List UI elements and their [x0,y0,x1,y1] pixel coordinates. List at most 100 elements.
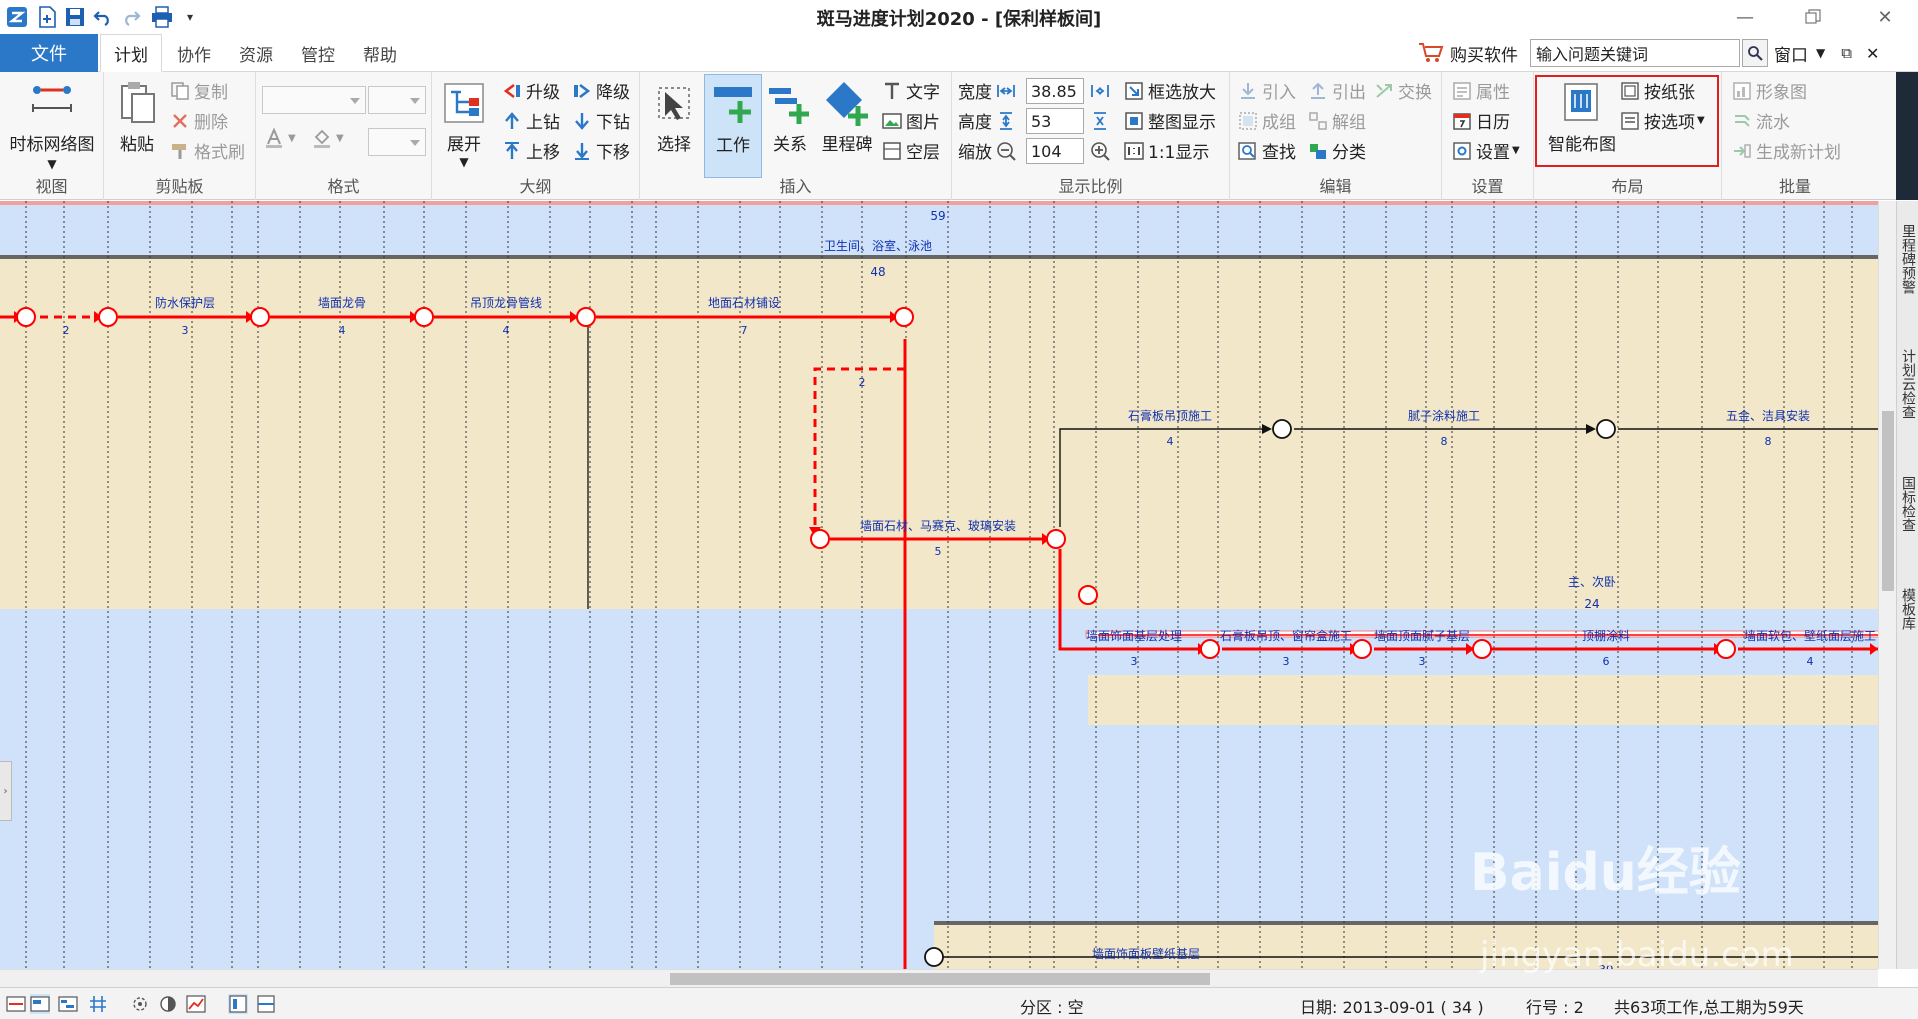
milestone-button[interactable]: 里程碑 [818,80,876,155]
task-label[interactable]: 吊顶龙骨管线 [470,294,542,311]
tab-plan[interactable]: 计划 [100,34,162,72]
task-label[interactable]: 墙面软包、壁纸面层施工 [1744,627,1876,644]
fit-view-button[interactable]: 整图显示 [1124,108,1216,133]
line-style-combo[interactable] [368,128,426,156]
task-label[interactable]: 墙面饰面基层处理 [1086,627,1182,644]
gantt-view-icon[interactable] [58,994,78,1014]
font-color-button[interactable]: ▼ [264,128,296,148]
side-tab-template-library[interactable]: 模板库 [1897,569,1918,649]
minimize-icon[interactable]: — [1716,0,1774,34]
swap-button[interactable]: 交换 [1374,78,1432,103]
format-brush-button[interactable]: 格式刷 [170,138,245,163]
width-input[interactable] [1026,78,1084,104]
tab-resources[interactable]: 资源 [226,34,286,72]
timescale-view-icon[interactable] [30,994,50,1014]
vertical-scroll-thumb[interactable] [1882,411,1894,591]
font-family-combo[interactable] [262,86,366,114]
new-file-icon[interactable] [34,4,60,30]
zoom-in-icon[interactable] [1090,141,1110,161]
drill-down-button[interactable]: 下钻 [572,108,630,133]
downgrade-button[interactable]: 降级 [572,78,630,103]
quick-access-dropdown-icon[interactable]: ▾ [182,4,198,30]
side-tab-standard-check[interactable]: 国标检查 [1897,459,1918,549]
timescale-network-button[interactable]: 时标网络图 ▼ [6,80,98,171]
task-label[interactable]: 石膏板吊顶施工 [1128,407,1212,424]
task-label[interactable]: 墙面龙骨 [318,294,366,311]
fill-color-button[interactable]: ▼ [312,128,344,148]
contrast-icon[interactable] [158,994,178,1014]
vertical-scrollbar[interactable] [1878,201,1896,969]
buy-software-button[interactable]: 购买软件 [1418,38,1518,68]
close-child-icon[interactable]: ✕ [1866,44,1879,63]
ungroup-button[interactable]: 解组 [1308,108,1366,133]
empty-layer-button[interactable]: 空层 [882,138,940,163]
task-label[interactable]: 墙面饰面板壁纸基层 [1092,945,1200,962]
select-button[interactable]: 选择 [648,80,700,155]
height-input[interactable] [1026,108,1084,134]
task-label[interactable]: 地面石材铺设 [708,294,780,311]
import-button[interactable]: 引入 [1238,78,1296,103]
close-icon[interactable]: ✕ [1856,0,1914,34]
network-diagram-canvas[interactable]: 59 卫生间、浴室、泳池 48 防水保护层 3 2 墙面龙骨 4 吊顶龙骨管线 … [0,201,1896,969]
classify-button[interactable]: 分类 [1308,138,1366,163]
copy-button[interactable]: 复制 [170,78,228,103]
move-up-button[interactable]: 上移 [502,138,560,163]
find-button[interactable]: 查找 [1238,138,1296,163]
zoom-input[interactable] [1026,138,1084,164]
focus-icon[interactable] [130,994,150,1014]
drill-up-button[interactable]: 上钻 [502,108,560,133]
task-label[interactable]: 防水保护层 [155,294,215,311]
tab-collaborate[interactable]: 协作 [164,34,224,72]
height-increase-icon[interactable] [1090,111,1110,131]
side-tab-milestone-warning[interactable]: 里程碑预警 [1897,209,1918,309]
flow-button[interactable]: 流水 [1732,108,1790,133]
search-icon[interactable] [1742,39,1768,67]
tab-help[interactable]: 帮助 [350,34,410,72]
work-button[interactable]: 工作 [704,74,762,178]
paste-button[interactable]: 粘贴 [112,80,162,155]
app-logo-icon[interactable] [4,4,30,30]
task-label[interactable]: 五金、洁具安装 [1726,407,1810,424]
task-label[interactable]: 腻子涂料施工 [1408,407,1480,424]
restore-icon[interactable] [1784,0,1842,34]
group-button[interactable]: 成组 [1238,108,1296,133]
height-decrease-icon[interactable] [996,111,1016,131]
move-down-button[interactable]: 下移 [572,138,630,163]
file-tab[interactable]: 文件 [0,34,98,72]
upgrade-button[interactable]: 升级 [502,78,560,103]
grid-icon[interactable] [88,994,108,1014]
insert-text-button[interactable]: 文字 [882,78,940,103]
network-view-icon[interactable] [6,994,26,1014]
relation-button[interactable]: 关系 [764,80,816,155]
one-to-one-button[interactable]: 1:1显示 [1124,138,1209,163]
horizontal-scrollbar[interactable] [0,969,1878,987]
zoom-out-icon[interactable] [996,141,1016,161]
restore-child-icon[interactable]: ⧉ [1841,44,1852,62]
help-search-input[interactable] [1530,39,1740,67]
new-plan-button[interactable]: 生成新计划 [1732,138,1841,163]
side-tab-cloud-check[interactable]: 计划云检查 [1897,329,1918,439]
collapse-left-panel-icon[interactable]: › [0,761,12,821]
print-icon[interactable] [148,4,176,30]
box-zoom-button[interactable]: 框选放大 [1124,78,1216,103]
properties-button[interactable]: 属性 [1452,78,1510,103]
width-decrease-icon[interactable] [996,81,1016,101]
redo-icon[interactable] [118,4,144,30]
undo-icon[interactable] [90,4,116,30]
split-view-icon[interactable] [256,994,276,1014]
width-increase-icon[interactable] [1090,81,1110,101]
task-label[interactable]: 顶棚涂料 [1582,627,1630,644]
insert-image-button[interactable]: 图片 [882,108,940,133]
horizontal-scroll-thumb[interactable] [670,973,1210,985]
shape-chart-button[interactable]: 形象图 [1732,78,1807,103]
delete-button[interactable]: 删除 [170,108,228,133]
calendar-button[interactable]: 日历 [1452,108,1510,133]
expand-button[interactable]: 展开 ▼ [438,80,490,169]
trend-icon[interactable] [186,994,206,1014]
save-icon[interactable] [62,4,88,30]
tab-control[interactable]: 管控 [288,34,348,72]
task-label[interactable]: 墙面石材、马赛克、玻璃安装 [860,517,1016,534]
task-label[interactable]: 石膏板吊顶、窗帘盒施工 [1220,627,1352,644]
font-size-combo[interactable] [368,86,426,114]
export-button[interactable]: 引出 [1308,78,1366,103]
